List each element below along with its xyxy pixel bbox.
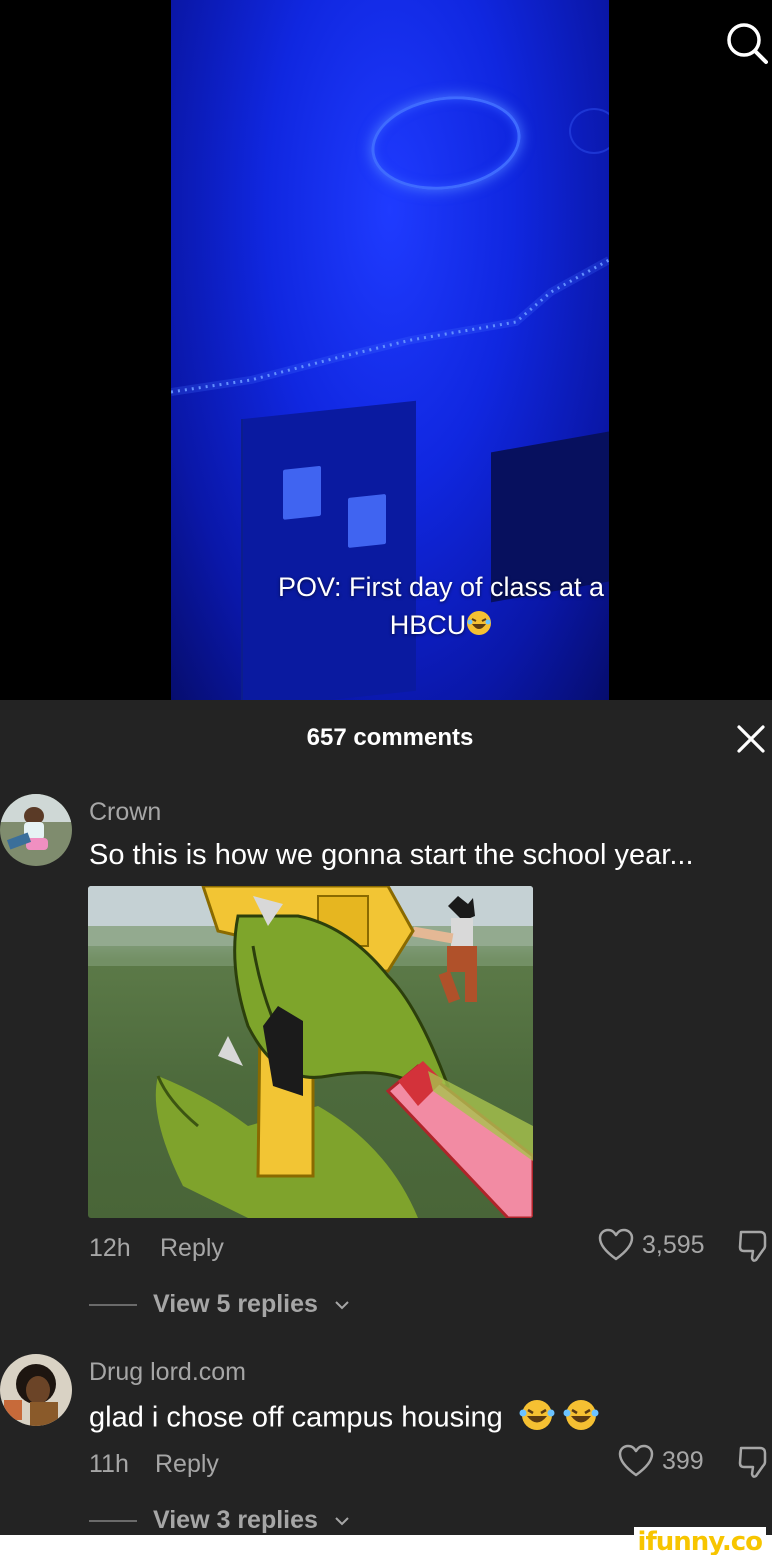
laughing-emoji-icon <box>466 608 492 646</box>
like-count: 399 <box>662 1446 704 1475</box>
caption-line-1: POV: First day of class at a <box>277 572 605 602</box>
caption-line-2: HBCU <box>171 606 609 646</box>
heart-icon <box>618 1444 654 1477</box>
door-sign <box>283 465 321 520</box>
chevron-down-icon <box>335 1516 349 1525</box>
view-replies-button[interactable]: View 5 replies <box>89 1290 350 1319</box>
view-replies-button[interactable]: View 3 replies <box>89 1506 350 1535</box>
comments-panel: 657 comments Crown So this is how we gon… <box>0 700 772 1535</box>
dislike-button[interactable] <box>738 1228 772 1269</box>
search-button[interactable] <box>722 20 772 70</box>
dorm-door <box>241 400 416 700</box>
avatar[interactable] <box>0 1354 72 1426</box>
comment-timestamp: 11h <box>89 1450 129 1478</box>
led-strip <box>171 256 609 396</box>
close-icon <box>737 725 765 753</box>
reply-button[interactable]: Reply <box>160 1234 224 1263</box>
comment-item: Drug lord.com glad i chose off campus ho… <box>0 1354 772 1534</box>
comments-count-title: 657 comments <box>306 724 474 751</box>
divider-line <box>89 1519 137 1522</box>
comment-text: glad i chose off campus housing <box>89 1399 599 1439</box>
chevron-down-icon <box>335 1300 349 1309</box>
like-button[interactable]: 399 <box>618 1444 704 1478</box>
avatar[interactable] <box>0 794 72 866</box>
comment-text: So this is how we gonna start the school… <box>89 839 694 871</box>
footer-bar: ifunny.co <box>0 1527 772 1555</box>
video-player[interactable]: POV: First day of class at a HBCU <box>0 0 772 700</box>
dislike-button[interactable] <box>738 1444 772 1485</box>
ceiling-fixture <box>569 108 609 154</box>
reply-button[interactable]: Reply <box>155 1450 219 1479</box>
view-replies-label: View 5 replies <box>153 1290 318 1318</box>
comment-username[interactable]: Drug lord.com <box>89 1358 246 1387</box>
search-icon <box>727 23 768 64</box>
close-comments-button[interactable] <box>736 724 768 756</box>
comment-item: Crown So this is how we gonna start the … <box>0 794 772 1334</box>
thumbs-down-icon <box>738 1446 767 1478</box>
like-button[interactable]: 3,595 <box>598 1228 705 1262</box>
divider-line <box>89 1303 137 1306</box>
door-sign <box>348 493 386 548</box>
comment-timestamp: 12h <box>89 1234 131 1262</box>
comment-image[interactable] <box>88 886 533 1218</box>
like-count: 3,595 <box>642 1230 705 1259</box>
video-caption: POV: First day of class at a HBCU <box>171 568 609 646</box>
ifunny-watermark: ifunny.co <box>633 1527 766 1555</box>
ceiling-light-ring <box>365 87 527 199</box>
video-frame[interactable]: POV: First day of class at a HBCU <box>171 0 609 700</box>
laughing-emoji-icon <box>563 1399 599 1439</box>
thumbs-down-icon <box>738 1230 767 1262</box>
comment-username[interactable]: Crown <box>89 798 161 827</box>
view-replies-label: View 3 replies <box>153 1506 318 1534</box>
laughing-emoji-icon <box>519 1399 555 1439</box>
heart-icon <box>598 1228 634 1261</box>
